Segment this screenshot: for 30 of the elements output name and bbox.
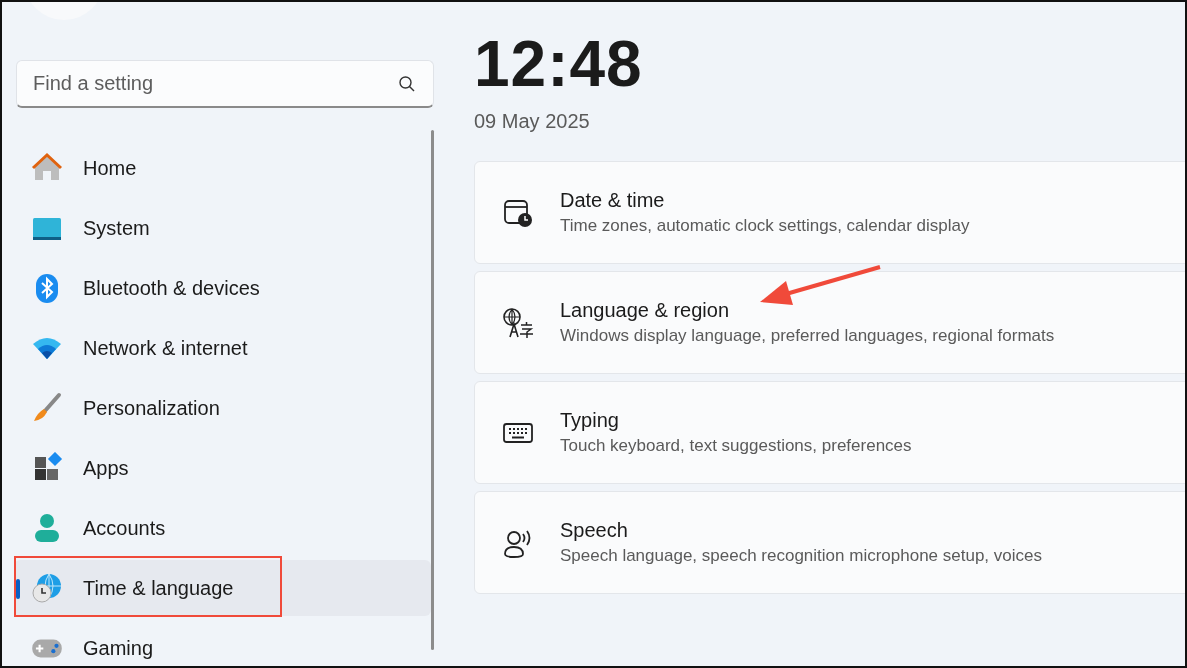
card-title: Date & time [560, 189, 666, 212]
nav-item[interactable]: Time & language [14, 560, 431, 616]
clock-date: 09 May 2025 [474, 110, 591, 133]
settings-card[interactable]: Speech Speech language, speech recognition microphone setup, voices [474, 491, 1185, 594]
search-field[interactable]: Find a setting [16, 60, 434, 108]
settings-card[interactable]: Typing Touch keyboard, text suggestions, preferences [474, 381, 1185, 484]
nav-item[interactable]: Network & internet [14, 320, 431, 376]
nav-item[interactable]: Home [14, 140, 431, 196]
globe-characters-icon [502, 306, 534, 339]
settings-card[interactable]: Language & region Windows display language, preferred languages, regional formats [474, 271, 1185, 374]
gamepad-icon [32, 638, 62, 658]
card-title: Speech [560, 519, 629, 542]
scrollbar[interactable] [431, 130, 434, 650]
card-title: Typing [560, 409, 620, 432]
nav-item[interactable]: Personalization [14, 380, 431, 436]
card-title: Language & region [560, 299, 731, 322]
card-subtitle: Time zones, automatic clock settings, calendar display [560, 216, 970, 236]
search-icon [398, 75, 416, 93]
brush-icon [31, 392, 63, 424]
nav-item[interactable]: Accounts [14, 500, 431, 556]
nav-item[interactable]: Gaming [14, 620, 431, 666]
clock-time: 12:48 [474, 32, 644, 96]
nav-item[interactable]: Bluetooth & devices [14, 260, 431, 316]
globe-clock-icon [31, 572, 63, 604]
nav-item[interactable]: Apps [14, 440, 431, 496]
settings-card[interactable]: Date & time Time zones, automatic clock settings, calendar display [474, 161, 1185, 264]
card-subtitle: Touch keyboard, text suggestions, preferences [560, 436, 912, 456]
nav-item[interactable]: System [14, 200, 431, 256]
card-subtitle: Windows display language, preferred languages, regional formats [560, 326, 1055, 346]
card-subtitle: Speech language, speech recognition microphone setup, voices [560, 546, 1042, 566]
